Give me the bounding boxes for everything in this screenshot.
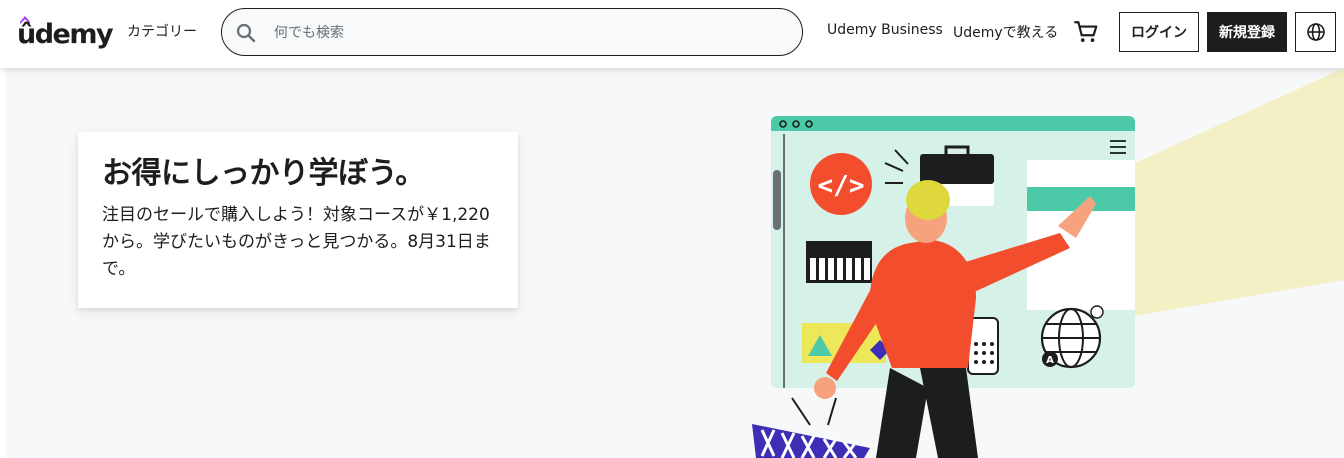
logo-text: ûdemy xyxy=(17,19,114,50)
udemy-logo[interactable]: ûdemy xyxy=(15,14,114,50)
search-input[interactable] xyxy=(274,21,774,45)
search-icon[interactable] xyxy=(234,21,258,45)
categories-menu[interactable]: カテゴリー xyxy=(127,21,197,41)
hero-illustration: </> A xyxy=(752,68,1344,458)
shopping-basket-icon xyxy=(752,397,870,458)
spotlight-beam xyxy=(1135,68,1344,316)
login-button[interactable]: ログイン xyxy=(1119,12,1199,52)
promo-title: お得にしっかり学ぼう。 xyxy=(102,156,425,191)
cart-icon[interactable] xyxy=(1073,19,1099,45)
signup-button[interactable]: 新規登録 xyxy=(1207,12,1287,52)
globe-icon xyxy=(1306,23,1325,41)
language-button[interactable] xyxy=(1295,12,1336,52)
person-hair xyxy=(906,180,950,220)
search-bar[interactable] xyxy=(221,8,803,56)
svg-text:</>: </> xyxy=(818,171,865,201)
header: ûdemy カテゴリー Udemy Business Udemyで教える ログイ… xyxy=(0,0,1344,68)
udemy-business-link[interactable]: Udemy Business xyxy=(827,22,943,38)
promo-text: 注目のセールで購入しよう！対象コースが￥1,220から。学びたいものがきっと見つ… xyxy=(102,205,491,279)
side-panel xyxy=(1027,160,1135,310)
teach-on-udemy-link[interactable]: Udemyで教える xyxy=(953,22,1058,42)
promo-card: お得にしっかり学ぼう。 注目のセールで購入しよう！対象コースが￥1,220から。… xyxy=(78,132,518,308)
scroll-thumb xyxy=(773,170,781,230)
svg-text:A: A xyxy=(1046,355,1054,366)
